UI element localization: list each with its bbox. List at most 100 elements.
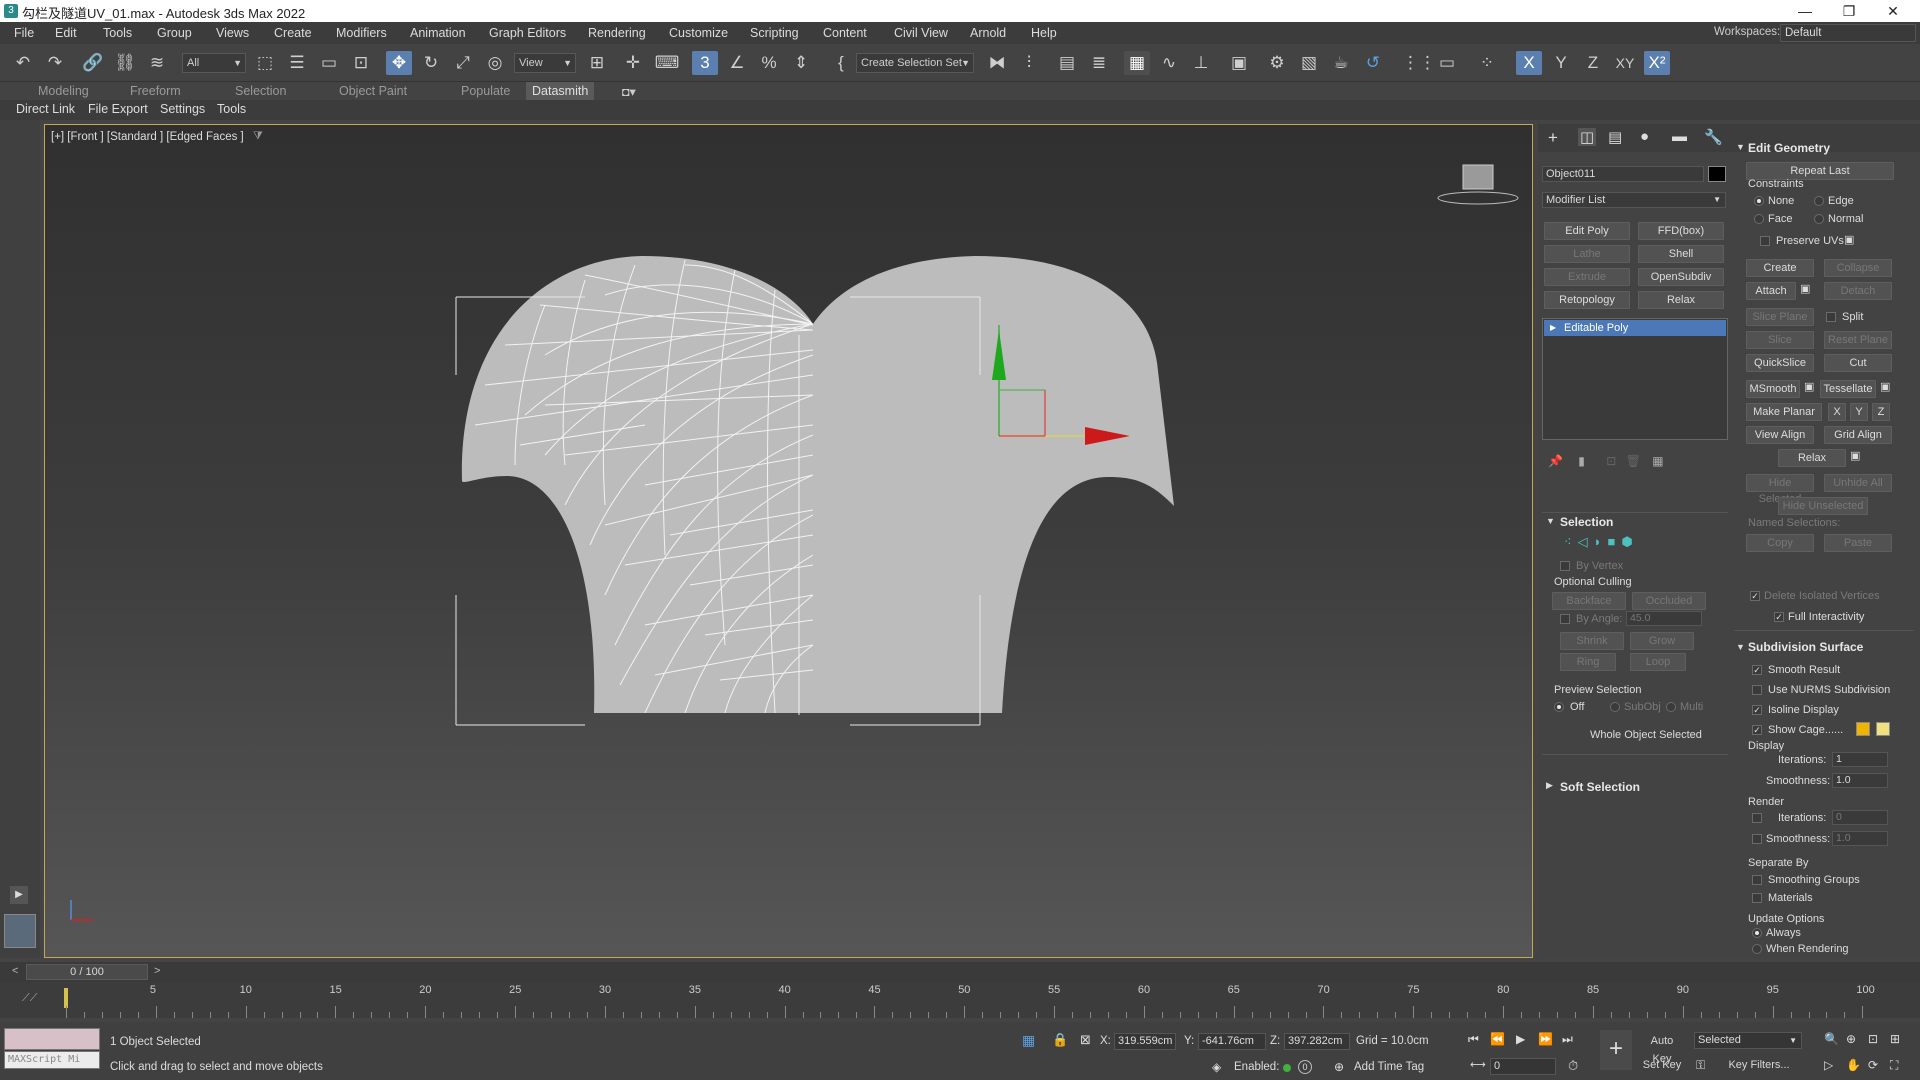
z-coord-field[interactable]: 397.282cm (1284, 1033, 1350, 1050)
next-frame-icon[interactable]: > (154, 965, 160, 977)
materials-checkbox[interactable] (1752, 893, 1762, 903)
ruler-icon[interactable]: ▭ (1434, 51, 1460, 75)
create-button[interactable]: Create (1746, 259, 1814, 277)
axis-xy-button[interactable]: XY (1612, 51, 1638, 75)
menu-create[interactable]: Create (274, 26, 312, 40)
axis-constraint-icon[interactable]: X² (1644, 51, 1670, 75)
render-active-icon[interactable]: ↺ (1360, 51, 1386, 75)
slice-plane-button[interactable]: Slice Plane (1746, 308, 1814, 326)
go-to-start-icon[interactable]: ⏮ (1468, 1032, 1479, 1047)
object-color-swatch[interactable] (1708, 166, 1726, 182)
maxscript-listener-top[interactable] (4, 1028, 100, 1050)
field-of-view-icon[interactable]: ▷ (1824, 1058, 1833, 1072)
percent-snap-icon[interactable]: % (756, 51, 782, 75)
expand-arrow-icon[interactable]: ▶ (10, 886, 28, 904)
retopology-button[interactable]: Retopology (1544, 291, 1630, 309)
edge-level-icon[interactable]: ◁ (1578, 534, 1594, 549)
delete-isolated-checkbox[interactable]: ✓ (1750, 591, 1760, 601)
orbit-icon[interactable]: ⟳ (1868, 1058, 1878, 1072)
planar-z-button[interactable]: Z (1872, 403, 1890, 421)
view-align-button[interactable]: View Align (1746, 426, 1814, 444)
render-icon[interactable]: ☕ (1328, 51, 1354, 75)
modifier-list-dropdown[interactable]: Modifier List ▼ (1542, 192, 1726, 208)
keyboard-shortcut-icon[interactable]: ⌨ (654, 51, 680, 75)
smoothing-groups-checkbox[interactable] (1752, 875, 1762, 885)
rendered-frame-icon[interactable]: ▧ (1296, 51, 1322, 75)
menu-modifiers[interactable]: Modifiers (336, 26, 387, 40)
show-end-result-icon[interactable]: ▮ (1578, 454, 1585, 468)
play-icon[interactable]: ▶ (1516, 1032, 1525, 1046)
select-place-icon[interactable]: ◎ (482, 51, 508, 75)
by-angle-spinner[interactable]: 45.0 (1626, 611, 1702, 626)
smooth-result-checkbox[interactable]: ✓ (1752, 665, 1762, 675)
axis-x-button[interactable]: X (1516, 51, 1542, 75)
polygon-level-icon[interactable]: ■ (1607, 534, 1621, 549)
adaptive-degradation-icon[interactable]: ◈ (1212, 1060, 1221, 1074)
menu-rendering[interactable]: Rendering (588, 26, 646, 40)
snaps-toggle-icon[interactable]: 3 (692, 51, 718, 75)
hierarchy-tab-icon[interactable]: ▤ (1608, 128, 1622, 146)
selection-filter-dropdown[interactable]: All ▼ (182, 53, 246, 73)
tab-object-paint[interactable]: Object Paint (339, 84, 407, 98)
copy-button[interactable]: Copy (1746, 534, 1814, 552)
stack-item-editable-poly[interactable]: ▶ Editable Poly (1544, 320, 1726, 336)
maxscript-mini-listener[interactable]: MAXScript Mi (4, 1051, 100, 1069)
object-name-field[interactable]: Object011 (1542, 166, 1704, 182)
rollout-expand-icon[interactable]: ▶ (1546, 780, 1553, 791)
key-mode-toggle-icon[interactable]: ⚿ (1696, 1058, 1705, 1073)
constraint-face-radio[interactable] (1754, 214, 1764, 224)
render-iterations-spinner[interactable]: 0 (1832, 810, 1888, 825)
ref-coord-dropdown[interactable]: View ▼ (514, 53, 576, 73)
scene-explorer-icon[interactable]: ▤ (1054, 51, 1080, 75)
next-key-icon[interactable]: ⏩ (1538, 1032, 1553, 1046)
tab-datasmith[interactable]: Datasmith (526, 82, 595, 100)
x-coord-field[interactable]: 319.559cm (1114, 1033, 1176, 1050)
cage-selection-color-swatch[interactable] (1876, 722, 1890, 736)
menu-animation[interactable]: Animation (410, 26, 466, 40)
show-cage-checkbox[interactable]: ✓ (1752, 725, 1762, 735)
zoom-all-icon[interactable]: ⊕ (1846, 1032, 1856, 1046)
prev-frame-icon[interactable]: < (12, 965, 18, 977)
collapse-button[interactable]: Collapse (1824, 259, 1892, 277)
undo-icon[interactable]: ↶ (10, 51, 36, 75)
menu-scripting[interactable]: Scripting (750, 26, 799, 40)
constraint-edge-radio[interactable] (1814, 196, 1824, 206)
render-setup-icon[interactable]: ⚙ (1264, 51, 1290, 75)
restore-icon[interactable]: ❐ (1834, 2, 1864, 20)
attach-button[interactable]: Attach (1746, 282, 1796, 300)
rollout-collapse-icon[interactable]: ▼ (1736, 142, 1745, 152)
split-checkbox[interactable] (1826, 312, 1836, 322)
render-smoothness-spinner[interactable]: 1.0 (1832, 831, 1888, 846)
add-time-tag-button[interactable]: Add Time Tag (1354, 1061, 1424, 1073)
subdivision-surface-title[interactable]: Subdivision Surface (1748, 640, 1863, 654)
schematic-view-icon[interactable]: ⊥ (1188, 51, 1214, 75)
msmooth-settings-icon[interactable]: ▣ (1804, 380, 1814, 393)
viewport-layout-icon[interactable] (4, 914, 36, 948)
pivot-icon[interactable]: ⊞ (584, 51, 610, 75)
zoom-extents-all-icon[interactable]: ⊞ (1890, 1032, 1900, 1046)
full-interactivity-checkbox[interactable]: ✓ (1774, 612, 1784, 622)
update-always-radio[interactable] (1752, 928, 1762, 938)
ribbon-options-icon[interactable]: ◘▾ (622, 84, 636, 99)
shrink-button[interactable]: Shrink (1560, 632, 1624, 650)
time-config-icon[interactable]: ⏱ (1568, 1058, 1578, 1074)
grow-button[interactable]: Grow (1630, 632, 1694, 650)
edit-poly-button[interactable]: Edit Poly (1544, 222, 1630, 240)
menu-group[interactable]: Group (157, 26, 192, 40)
key-mode-icon[interactable]: ⟷ (1470, 1058, 1486, 1071)
menu-edit[interactable]: Edit (55, 26, 77, 40)
menu-graph-editors[interactable]: Graph Editors (489, 26, 566, 40)
display-smoothness-spinner[interactable]: 1.0 (1832, 773, 1888, 788)
configure-sets-icon[interactable]: ▦ (1652, 454, 1663, 468)
set-key-button[interactable]: Set Key (1640, 1056, 1684, 1074)
tessellate-button[interactable]: Tessellate (1820, 380, 1876, 398)
remove-modifier-icon[interactable]: 🗑 (1626, 454, 1641, 468)
lathe-button[interactable]: Lathe (1544, 245, 1630, 263)
preview-subobj-radio[interactable] (1610, 702, 1620, 712)
mini-curve-editor-icon[interactable]: ⟋⟋ (22, 992, 37, 1005)
shell-button[interactable]: Shell (1638, 245, 1724, 263)
pan-icon[interactable]: ✋ (1846, 1058, 1861, 1072)
redo-icon[interactable]: ↷ (42, 51, 68, 75)
isoline-display-checkbox[interactable]: ✓ (1752, 705, 1762, 715)
pin-stack-icon[interactable]: 📌 (1548, 454, 1563, 468)
